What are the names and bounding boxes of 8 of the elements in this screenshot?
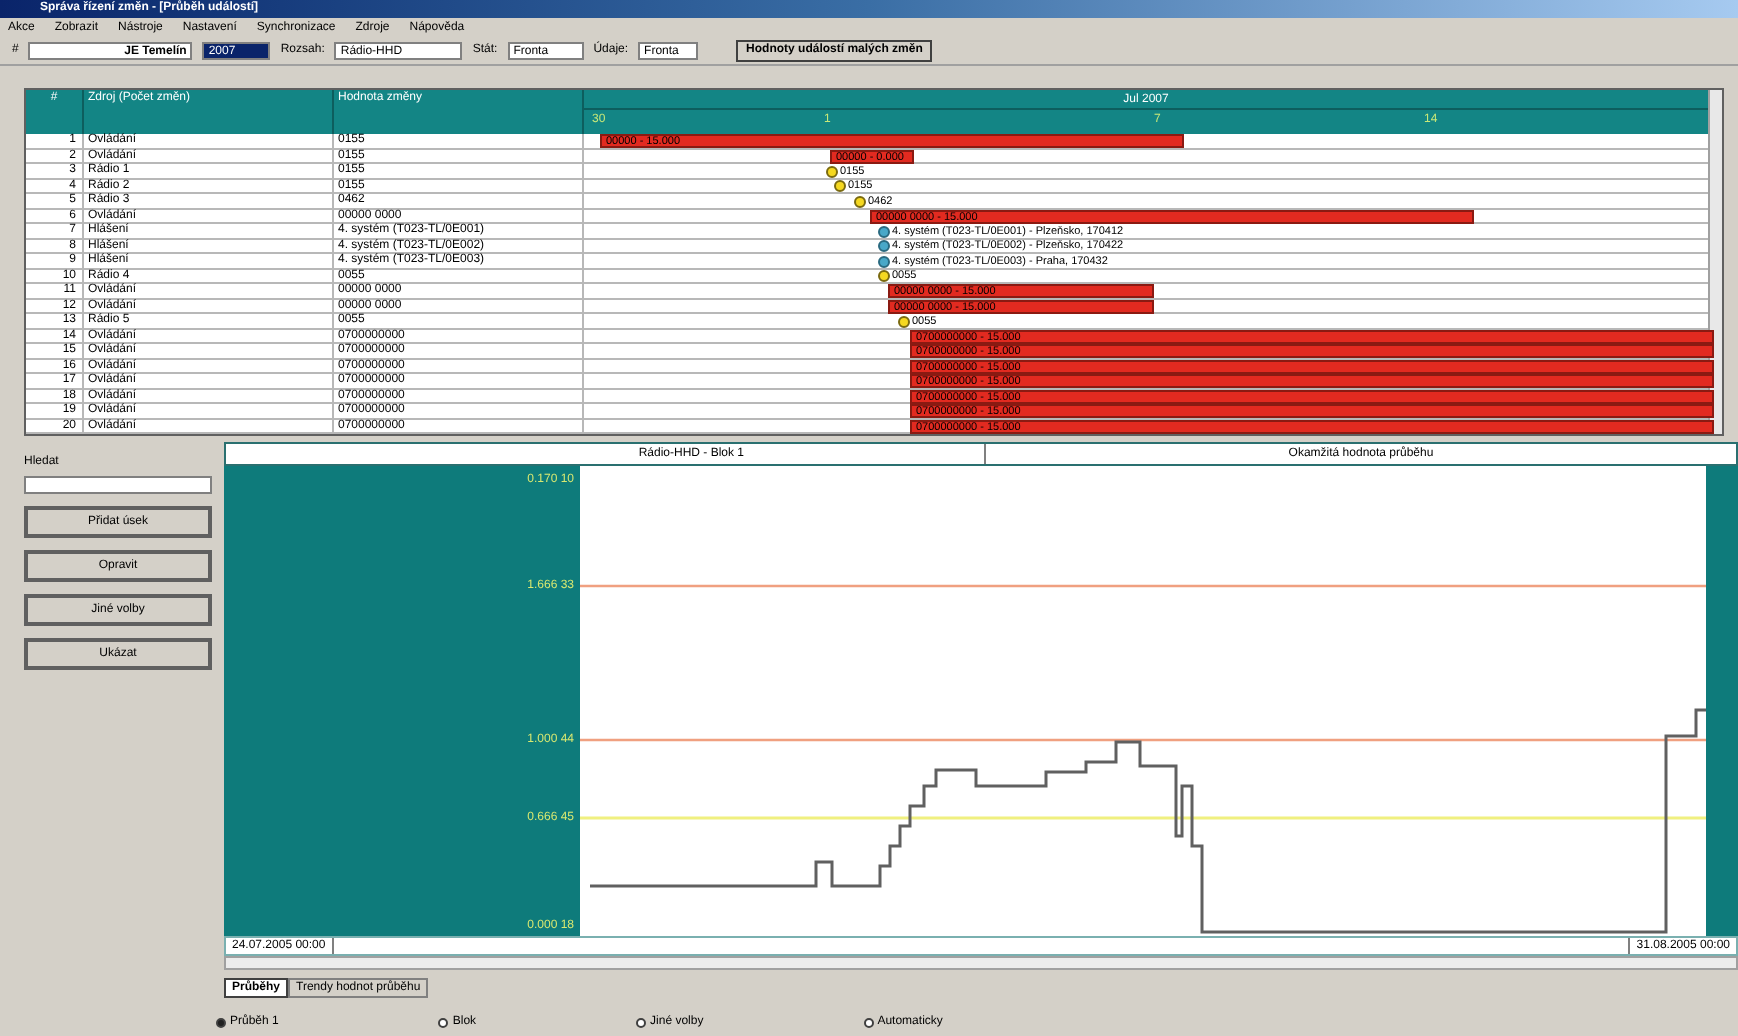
radio-button[interactable]	[863, 1018, 874, 1028]
radio-button[interactable]	[636, 1018, 647, 1028]
search-field[interactable]	[24, 476, 212, 494]
radio-button[interactable]	[438, 1018, 449, 1028]
milestone-icon	[878, 270, 890, 282]
radio-button[interactable]	[216, 1018, 226, 1028]
milestone-icon	[898, 315, 910, 327]
horizontal-scrollbar[interactable]	[224, 956, 1738, 970]
